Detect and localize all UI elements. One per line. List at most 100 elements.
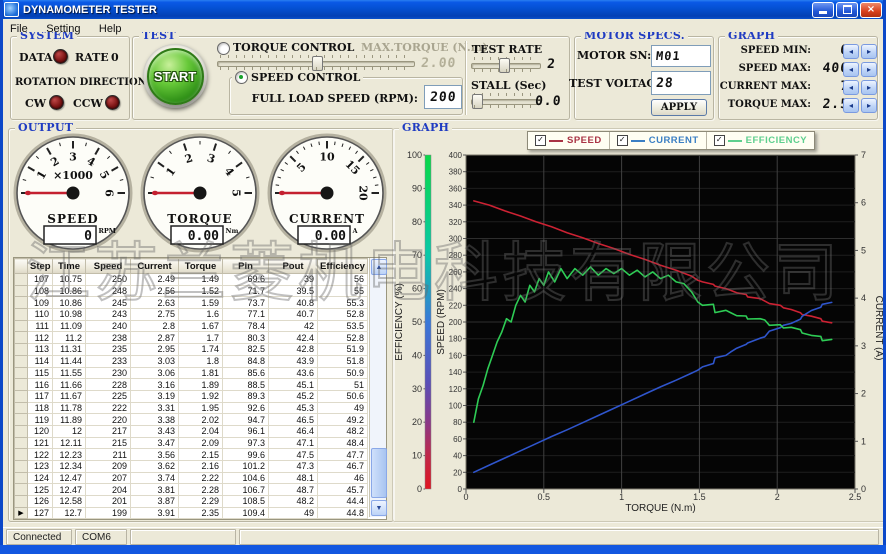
table-row[interactable]: 11811.782223.311.9592.645.349 [15,402,368,414]
scroll-down-icon[interactable]: ▼ [371,500,387,516]
graph-setting-row: TORQUE MAX:2.5◂▸ [719,97,875,113]
row-selector[interactable] [15,367,28,379]
row-selector[interactable] [15,379,28,391]
table-row[interactable]: 10710.752502.491.4969.63956 [15,274,368,286]
motor-sn-field[interactable]: M01 [651,45,711,67]
table-row[interactable]: 12312.342093.622.16101.247.346.7 [15,461,368,473]
stall-slider[interactable] [471,93,541,108]
table-row[interactable]: 120122173.432.0496.146.448.2 [15,425,368,437]
legend-item-speed[interactable]: ✓SPEED [528,132,609,149]
spin-right-icon[interactable]: ▸ [861,80,877,95]
spin-left-icon[interactable]: ◂ [843,62,859,77]
row-selector[interactable] [15,449,28,461]
table-row[interactable]: 12212.232113.562.1599.647.547.7 [15,449,368,461]
row-selector[interactable] [15,274,28,286]
table-row[interactable]: ▶12712.71993.912.35109.44944.8 [15,507,368,519]
apply-button[interactable]: APPLY [651,99,707,116]
chart-tick-label: 380 [449,168,463,177]
data-table[interactable]: StepTimeSpeedCurrentTorquePinPoutEfficie… [14,258,368,519]
table-row[interactable]: 12112.112153.472.0997.347.148.4 [15,437,368,449]
table-cell: 2.87 [131,332,179,344]
legend-label: EFFICIENCY [746,135,807,146]
scrollbar-thumb[interactable] [371,448,387,498]
table-header-step[interactable]: Step [28,259,53,274]
row-selector[interactable] [15,484,28,496]
table-row[interactable]: 12412.472073.742.22104.648.146 [15,472,368,484]
table-header-efficiency[interactable]: Efficiency [318,259,368,274]
legend-checkbox-icon[interactable]: ✓ [535,135,546,146]
max-torque-slider[interactable] [217,55,415,70]
row-selector[interactable] [15,414,28,426]
table-row[interactable]: 10910.862452.631.5973.740.855.3 [15,297,368,309]
row-selector[interactable] [15,390,28,402]
chart-tick-label: 200 [449,318,463,327]
chart-tick-label: 260 [449,268,463,277]
table-row[interactable]: 12512.472043.812.28106.748.745.7 [15,484,368,496]
table-cell: 1.7 [179,332,223,344]
table-cell: 44.8 [318,507,368,519]
row-selector[interactable] [15,320,28,332]
table-header-time[interactable]: Time [53,259,86,274]
close-button[interactable]: × [860,2,882,18]
table-cell: 52.8 [318,309,368,321]
row-selector[interactable] [15,402,28,414]
table-row[interactable]: 11010.982432.751.677.140.752.8 [15,309,368,321]
table-header-pout[interactable]: Pout [269,259,318,274]
test-rate-slider[interactable] [471,57,541,72]
speed-control-radio[interactable] [235,71,248,84]
legend-checkbox-icon[interactable]: ✓ [617,135,628,146]
table-header-torque[interactable]: Torque [179,259,223,274]
restore-button[interactable] [836,2,858,18]
title-bar[interactable]: DYNAMOMETER TESTER × [0,0,886,19]
row-selector[interactable] [15,437,28,449]
spin-left-icon[interactable]: ◂ [843,80,859,95]
row-selector[interactable] [15,496,28,508]
torque-control-radio[interactable] [217,42,230,55]
spin-left-icon[interactable]: ◂ [843,98,859,113]
legend-item-efficiency[interactable]: ✓ EFFICIENCY [706,132,814,149]
table-row[interactable]: 12612.582013.872.29108.548.244.4 [15,496,368,508]
table-header-current[interactable]: Current [131,259,179,274]
row-selector[interactable] [15,355,28,367]
scroll-up-icon[interactable]: ▲ [371,259,387,275]
spin-right-icon[interactable]: ▸ [861,44,877,59]
table-row[interactable]: 11611.662283.161.8988.545.151 [15,379,368,391]
table-row[interactable]: 11411.442333.031.884.843.951.8 [15,355,368,367]
start-button[interactable]: START [147,48,204,105]
table-row[interactable]: 11711.672253.191.9289.345.250.6 [15,390,368,402]
spin-left-icon[interactable]: ◂ [843,44,859,59]
table-cell: 248 [86,285,131,297]
minimize-button[interactable] [812,2,834,18]
full-load-speed-field[interactable]: 200 [424,85,462,109]
menu-file[interactable]: File [3,23,35,36]
table-row[interactable]: 10810.862482.561.5271.739.555 [15,285,368,297]
menu-setting[interactable]: Setting [39,23,87,36]
row-selector[interactable] [15,297,28,309]
table-row[interactable]: 11311.312352.951.7482.542.851.9 [15,344,368,356]
spin-right-icon[interactable]: ▸ [861,62,877,77]
table-row[interactable]: 11111.092402.81.6778.44253.5 [15,320,368,332]
row-selector[interactable] [15,285,28,297]
row-selector[interactable] [15,332,28,344]
row-selector[interactable] [15,344,28,356]
test-voltage-field[interactable]: 28 [651,71,711,95]
row-selector[interactable] [15,461,28,473]
legend-item-current[interactable]: ✓CURRENT [609,132,706,149]
row-selector[interactable] [15,472,28,484]
table-row[interactable]: 11511.552303.061.8185.643.650.9 [15,367,368,379]
table-cell: 46 [318,472,368,484]
table-row[interactable]: 11211.22382.871.780.342.452.8 [15,332,368,344]
row-selector[interactable]: ▶ [15,507,28,519]
table-header-speed[interactable]: Speed [86,259,131,274]
table-header-pin[interactable]: Pin [223,259,269,274]
spin-right-icon[interactable]: ▸ [861,98,877,113]
table-row[interactable]: 11911.892203.382.0294.746.549.2 [15,414,368,426]
table-cell: 250 [86,274,131,286]
chart-svg: 0102030405060708090100020406080100120140… [392,128,886,520]
table-scrollbar[interactable]: ▲ ▼ [369,258,386,517]
table-cell: 49 [318,402,368,414]
row-selector[interactable] [15,425,28,437]
row-selector[interactable] [15,309,28,321]
menu-help[interactable]: Help [92,23,129,36]
legend-checkbox-icon[interactable]: ✓ [714,135,725,146]
